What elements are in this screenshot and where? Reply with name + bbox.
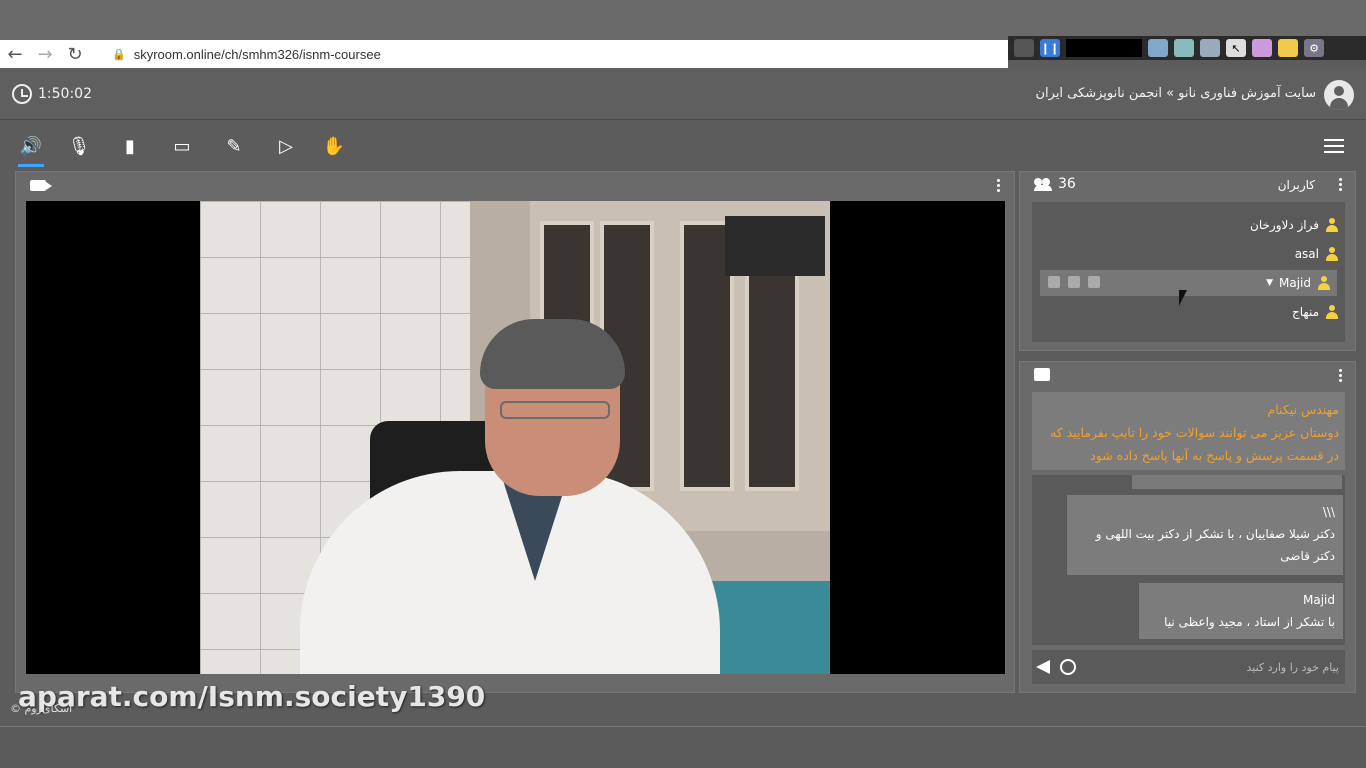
- site-title: سایت آموزش فناوری نانو » انجمن نانوپزشکی…: [1035, 86, 1316, 101]
- message-text: دکتر شیلا صفاییان ، با تشکر از دکتر بیت …: [1095, 527, 1335, 563]
- app-header: 1:50:02 سایت آموزش فناوری نانو » انجمن ن…: [0, 68, 1366, 120]
- presenter-hair: [480, 319, 625, 389]
- chat-messages[interactable]: \\\ دکتر شیلا صفاییان ، با تشکر از دکتر …: [1032, 475, 1345, 645]
- users-title: کاربران: [1277, 178, 1315, 192]
- hamburger-menu-icon[interactable]: [1324, 139, 1344, 157]
- video-camera-icon: [30, 180, 52, 191]
- user-count-text: 36: [1058, 176, 1076, 192]
- user-icon: [1325, 218, 1339, 232]
- notice-author: مهندس نیکنام: [1267, 402, 1340, 417]
- back-arrow-icon[interactable]: ←: [0, 40, 30, 68]
- chat-input[interactable]: [1109, 656, 1339, 678]
- reload-icon[interactable]: ↻: [60, 40, 90, 68]
- camera-icon[interactable]: [1068, 276, 1080, 288]
- user-name: Majid: [1279, 276, 1311, 290]
- account-icon[interactable]: [1324, 80, 1354, 110]
- boxes: [725, 216, 825, 276]
- extension-icon[interactable]: [1148, 39, 1168, 57]
- brand-label: اسکای‌روم ©: [10, 702, 73, 715]
- send-icon[interactable]: [1036, 660, 1050, 674]
- video-panel-header: [16, 172, 1014, 200]
- user-row-selected[interactable]: ▼ Majid: [1040, 270, 1337, 296]
- pen-tool-icon[interactable]: [1252, 39, 1272, 57]
- notice-text: دوستان عزیز می توانند سوالات خود را تایپ…: [1050, 425, 1339, 463]
- video-options-icon[interactable]: [997, 179, 1001, 194]
- extension-icon[interactable]: [1174, 39, 1194, 57]
- raise-hand-icon[interactable]: ✋: [321, 133, 347, 159]
- timer-text: 1:50:02: [38, 86, 92, 102]
- chat-panel: مهندس نیکنام دوستان عزیز می توانند سوالا…: [1019, 361, 1356, 693]
- forward-arrow-icon[interactable]: →: [30, 40, 60, 68]
- media-play-icon[interactable]: ▷: [273, 133, 299, 159]
- user-icon: [1317, 276, 1331, 290]
- pause-icon[interactable]: ❙❙: [1040, 39, 1060, 57]
- users-options-icon[interactable]: [1339, 178, 1343, 193]
- message-stub: [1132, 475, 1342, 489]
- extensions-bar: ❙❙ ↖ ⚙: [1008, 36, 1366, 60]
- url-text: skyroom.online/ch/smhm326/isnm-coursee: [133, 46, 381, 62]
- users-panel: 36 کاربران فراز دلاورخان asal ▼ Majid من…: [1019, 171, 1356, 351]
- user-row[interactable]: asal: [1032, 241, 1345, 267]
- chat-message: Majid با تشکر از استاد ، مجید واعظی نیا: [1139, 583, 1343, 639]
- user-name: asal: [1294, 247, 1319, 261]
- video-stream[interactable]: [26, 201, 1005, 674]
- user-name: منهاج: [1292, 305, 1319, 319]
- chat-options-icon[interactable]: [1339, 369, 1343, 384]
- message-author: Majid: [1303, 593, 1335, 607]
- user-icon: [1325, 247, 1339, 261]
- chat-message: \\\ دکتر شیلا صفاییان ، با تشکر از دکتر …: [1067, 495, 1343, 575]
- black-box: [1066, 39, 1142, 57]
- screen-share-icon[interactable]: ▭: [169, 133, 195, 159]
- video-panel: [15, 171, 1015, 693]
- camera-icon[interactable]: ▮: [117, 133, 143, 159]
- user-count: 36: [1034, 176, 1076, 192]
- mic-icon[interactable]: [1048, 276, 1060, 288]
- brush-icon[interactable]: [1088, 276, 1100, 288]
- people-icon: [1034, 178, 1052, 191]
- gear-icon[interactable]: ⚙: [1304, 39, 1324, 57]
- user-name: فراز دلاورخان: [1250, 218, 1319, 232]
- chat-icon: [1034, 368, 1050, 381]
- watermark-text: aparat.com/Isnm.society1390: [18, 680, 486, 713]
- video-frame: [200, 201, 830, 674]
- bottom-bar: [0, 726, 1366, 768]
- message-author: \\\: [1322, 505, 1335, 519]
- extension-icon[interactable]: [1200, 39, 1220, 57]
- user-icon: [1325, 305, 1339, 319]
- pinned-notice: مهندس نیکنام دوستان عزیز می توانند سوالا…: [1032, 392, 1345, 470]
- message-text: با تشکر از استاد ، مجید واعظی نیا: [1164, 615, 1335, 629]
- dropdown-caret-icon[interactable]: ▼: [1266, 278, 1273, 288]
- clock-icon: [12, 84, 32, 104]
- cursor-tool-icon[interactable]: ↖: [1226, 39, 1246, 57]
- brush-icon[interactable]: ✎: [221, 133, 247, 159]
- room-toolbar: 🔊 🎙 ▮ ▭ ✎ ▷ ✋: [0, 121, 1366, 169]
- user-list[interactable]: فراز دلاورخان asal ▼ Majid منهاج: [1032, 202, 1345, 342]
- browser-toolbar: ← → ↻ 🔒 skyroom.online/ch/smhm326/isnm-c…: [0, 40, 1008, 68]
- folder-icon[interactable]: [1278, 39, 1298, 57]
- emoji-icon[interactable]: [1060, 659, 1076, 675]
- extension-icon[interactable]: [1014, 39, 1034, 57]
- mouse-cursor-icon: [1179, 290, 1187, 306]
- session-timer: 1:50:02: [12, 84, 92, 104]
- top-bar: [0, 0, 1366, 40]
- mic-off-icon[interactable]: 🎙: [66, 133, 92, 159]
- chat-input-bar: [1032, 650, 1345, 684]
- presenter-glasses: [500, 401, 610, 419]
- address-bar[interactable]: 🔒 skyroom.online/ch/smhm326/isnm-coursee: [112, 43, 381, 65]
- user-actions: [1048, 276, 1100, 288]
- user-row[interactable]: فراز دلاورخان: [1032, 212, 1345, 238]
- lock-icon: 🔒: [112, 48, 126, 61]
- user-row[interactable]: منهاج: [1032, 299, 1345, 325]
- speaker-icon[interactable]: 🔊: [18, 133, 44, 167]
